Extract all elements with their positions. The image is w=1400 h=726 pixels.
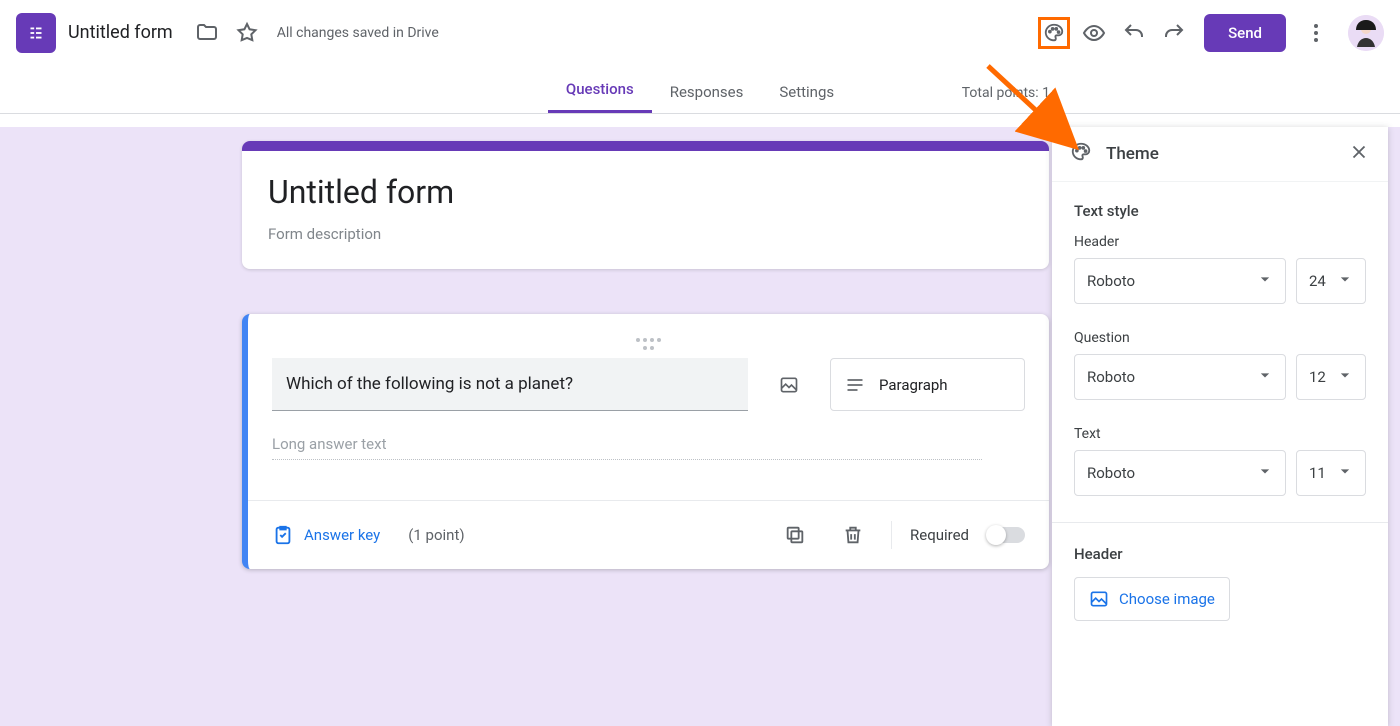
question-font-select[interactable]: Roboto bbox=[1074, 354, 1286, 400]
form-description-input[interactable]: Form description bbox=[268, 225, 1023, 243]
text-font-label: Text bbox=[1074, 426, 1366, 442]
points-label: (1 point) bbox=[408, 526, 464, 544]
chevron-down-icon bbox=[1255, 365, 1275, 389]
chevron-down-icon bbox=[1255, 269, 1275, 293]
question-text-input[interactable]: Which of the following is not a planet? bbox=[272, 358, 748, 411]
text-size-value: 11 bbox=[1309, 464, 1326, 482]
choose-image-label: Choose image bbox=[1119, 590, 1215, 608]
form-header-card[interactable]: Untitled form Form description bbox=[242, 141, 1049, 269]
question-size-select[interactable]: 12 bbox=[1296, 354, 1366, 400]
question-font-label: Question bbox=[1074, 330, 1366, 346]
question-card[interactable]: Which of the following is not a planet? … bbox=[242, 314, 1049, 569]
form-name-input[interactable]: Untitled form bbox=[68, 22, 173, 43]
star-icon[interactable] bbox=[231, 17, 263, 49]
save-status: All changes saved in Drive bbox=[277, 25, 439, 41]
form-title-input[interactable]: Untitled form bbox=[268, 173, 1023, 211]
question-type-select[interactable]: Paragraph bbox=[830, 358, 1025, 411]
header-font-select[interactable]: Roboto bbox=[1074, 258, 1286, 304]
delete-icon[interactable] bbox=[837, 519, 869, 551]
tabs-row: Questions Responses Settings Total point… bbox=[0, 66, 1400, 114]
preview-icon[interactable] bbox=[1078, 17, 1110, 49]
avatar[interactable] bbox=[1348, 15, 1384, 51]
tab-responses[interactable]: Responses bbox=[652, 83, 762, 113]
text-font-select[interactable]: Roboto bbox=[1074, 450, 1286, 496]
answer-key-button[interactable]: Answer key bbox=[272, 524, 380, 546]
redo-icon[interactable] bbox=[1158, 17, 1190, 49]
text-font-value: Roboto bbox=[1087, 464, 1135, 482]
text-style-section-title: Text style bbox=[1074, 202, 1366, 220]
long-answer-placeholder: Long answer text bbox=[272, 435, 982, 460]
forms-logo[interactable] bbox=[16, 13, 56, 53]
question-size-value: 12 bbox=[1309, 368, 1326, 386]
tab-questions[interactable]: Questions bbox=[548, 80, 652, 113]
tab-settings[interactable]: Settings bbox=[761, 83, 852, 113]
question-type-label: Paragraph bbox=[879, 376, 948, 394]
chevron-down-icon bbox=[1255, 461, 1275, 485]
theme-panel: Theme Text style Header Roboto 24 Questi… bbox=[1052, 127, 1388, 726]
required-toggle[interactable] bbox=[987, 527, 1025, 543]
drag-handle-icon[interactable] bbox=[636, 338, 662, 350]
more-icon[interactable] bbox=[1300, 17, 1332, 49]
theme-icon[interactable] bbox=[1038, 17, 1070, 49]
question-font-value: Roboto bbox=[1087, 368, 1135, 386]
header-size-select[interactable]: 24 bbox=[1296, 258, 1366, 304]
folder-icon[interactable] bbox=[191, 17, 223, 49]
answer-key-label: Answer key bbox=[304, 526, 380, 544]
app-header: Untitled form All changes saved in Drive… bbox=[0, 0, 1400, 66]
required-label: Required bbox=[910, 526, 969, 544]
add-image-icon[interactable] bbox=[766, 358, 812, 411]
choose-image-button[interactable]: Choose image bbox=[1074, 577, 1230, 621]
send-button[interactable]: Send bbox=[1204, 14, 1286, 52]
header-image-section-title: Header bbox=[1074, 545, 1366, 563]
header-size-value: 24 bbox=[1309, 272, 1326, 290]
undo-icon[interactable] bbox=[1118, 17, 1150, 49]
text-size-select[interactable]: 11 bbox=[1296, 450, 1366, 496]
palette-icon bbox=[1070, 141, 1092, 167]
header-font-label: Header bbox=[1074, 234, 1366, 250]
theme-panel-title: Theme bbox=[1106, 144, 1334, 164]
total-points-label: Total points: 1 bbox=[962, 85, 1050, 101]
chevron-down-icon bbox=[1335, 461, 1355, 485]
chevron-down-icon bbox=[1335, 269, 1355, 293]
header-font-value: Roboto bbox=[1087, 272, 1135, 290]
form-accent-bar bbox=[242, 141, 1049, 151]
close-icon[interactable] bbox=[1348, 141, 1370, 167]
chevron-down-icon bbox=[1335, 365, 1355, 389]
duplicate-icon[interactable] bbox=[779, 519, 811, 551]
